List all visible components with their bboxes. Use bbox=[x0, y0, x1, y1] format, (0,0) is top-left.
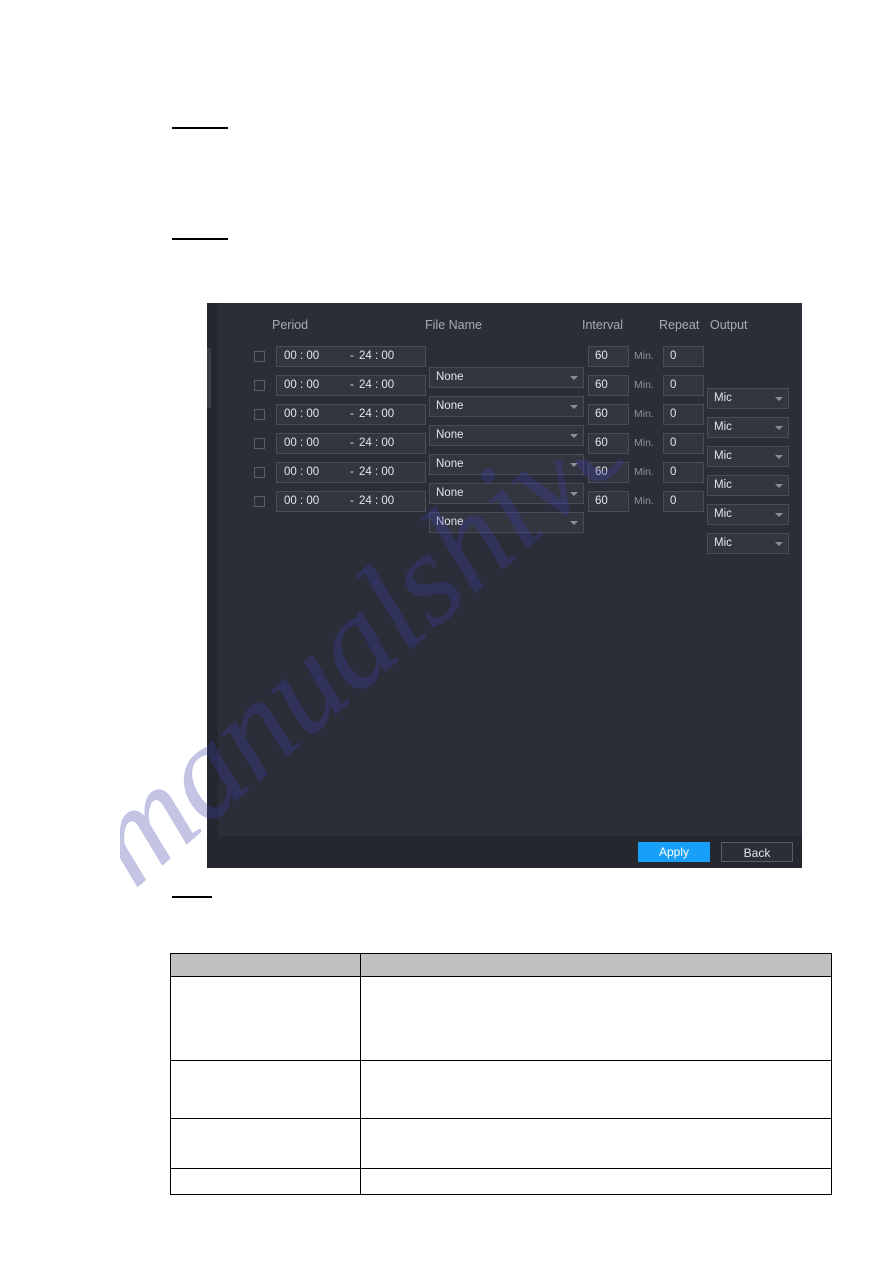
period-separator: - bbox=[350, 408, 354, 420]
dialog-left-scrollbar[interactable] bbox=[207, 303, 218, 868]
period-start-time: 00 : 00 bbox=[284, 408, 320, 420]
period-end-time: 24 : 00 bbox=[359, 466, 395, 478]
redaction-rule-top bbox=[172, 127, 228, 129]
row-enable-checkbox[interactable] bbox=[254, 438, 265, 449]
period-start-time: 00 : 00 bbox=[284, 437, 320, 449]
row-enable-checkbox[interactable] bbox=[254, 467, 265, 478]
period-end-time: 24 : 00 bbox=[359, 408, 395, 420]
schedule-row: 00 : 00 -24 : 00 None 60 Min. 0 Mic bbox=[218, 491, 802, 554]
chevron-down-icon bbox=[775, 542, 783, 546]
repeat-input[interactable]: 0 bbox=[663, 375, 704, 396]
period-start-time: 00 : 00 bbox=[284, 466, 320, 478]
table-header-cell-name bbox=[170, 953, 361, 977]
schedule-rows: 00 : 00-24 : 00 None 60 Min. 0 Mic 00 : 00-24 … bbox=[218, 346, 802, 554]
interval-unit-label: Min. bbox=[634, 408, 654, 420]
redaction-rule-below-figure bbox=[172, 896, 212, 898]
period-start-time: 00 : 00 bbox=[284, 350, 320, 362]
column-header-row: Period File Name Interval Repeat Output bbox=[218, 318, 802, 340]
apply-button[interactable]: Apply bbox=[638, 842, 710, 862]
interval-unit-label: Min. bbox=[634, 379, 654, 391]
column-header-repeat: Repeat bbox=[659, 318, 700, 332]
interval-unit-label: Min. bbox=[634, 495, 654, 507]
repeat-input[interactable]: 0 bbox=[663, 491, 704, 512]
schedule-row: 00 : 00-24 : 00 None 60 Min. 0 Mic bbox=[218, 346, 802, 409]
table-cell-description bbox=[360, 976, 832, 1061]
interval-input[interactable]: 60 bbox=[588, 404, 629, 425]
column-header-period: Period bbox=[272, 318, 309, 332]
period-separator: - bbox=[350, 466, 354, 478]
period-end-time: 24 : 00 bbox=[359, 379, 395, 391]
period-field[interactable]: 00 : 00 -24 : 00 bbox=[276, 404, 426, 425]
row-enable-checkbox[interactable] bbox=[254, 351, 265, 362]
period-start-time: 00 : 00 bbox=[284, 379, 320, 391]
table-cell-name bbox=[170, 1118, 361, 1169]
period-end-time: 24 : 00 bbox=[359, 495, 395, 507]
period-separator: - bbox=[350, 437, 354, 449]
file-name-value: None bbox=[436, 516, 464, 528]
interval-unit-label: Min. bbox=[634, 466, 654, 478]
interval-input[interactable]: 60 bbox=[588, 433, 629, 454]
period-separator: - bbox=[350, 495, 354, 507]
period-field[interactable]: 00 : 00 -24 : 00 bbox=[276, 346, 426, 367]
output-select[interactable]: Mic bbox=[707, 533, 789, 554]
table-cell-name bbox=[170, 976, 361, 1061]
table-row bbox=[170, 1118, 832, 1169]
column-header-file-name: File Name bbox=[425, 318, 482, 332]
interval-input[interactable]: 60 bbox=[588, 375, 629, 396]
description-table bbox=[170, 953, 832, 1195]
interval-input[interactable]: 60 bbox=[588, 491, 629, 512]
table-header-row bbox=[170, 953, 832, 977]
period-end-time: 24 : 00 bbox=[359, 350, 395, 362]
dialog-footer: Apply Back bbox=[218, 836, 802, 868]
row-enable-checkbox[interactable] bbox=[254, 496, 265, 507]
period-field[interactable]: 00 : 00 -24 : 00 bbox=[276, 491, 426, 512]
table-row bbox=[170, 976, 832, 1061]
row-enable-checkbox[interactable] bbox=[254, 409, 265, 420]
interval-input[interactable]: 60 bbox=[588, 346, 629, 367]
period-start-time: 00 : 00 bbox=[284, 495, 320, 507]
schedule-row: 00 : 00-24 : 00 None 60 Min. 0 Mic bbox=[218, 433, 802, 496]
interval-unit-label: Min. bbox=[634, 437, 654, 449]
file-name-select[interactable]: None bbox=[429, 512, 584, 533]
schedule-row: 00 : 00-24 : 00 None 60 Min. 0 Mic bbox=[218, 404, 802, 467]
schedule-row: 00 : 00-24 : 00 None 60 Min. 0 Mic bbox=[218, 375, 802, 438]
period-separator: - bbox=[350, 350, 354, 362]
interval-input[interactable]: 60 bbox=[588, 462, 629, 483]
period-field[interactable]: 00 : 00 -24 : 00 bbox=[276, 433, 426, 454]
period-field[interactable]: 00 : 00 -24 : 00 bbox=[276, 462, 426, 483]
table-cell-description bbox=[360, 1060, 832, 1119]
table-row bbox=[170, 1060, 832, 1119]
period-field[interactable]: 00 : 00 -24 : 00 bbox=[276, 375, 426, 396]
table-body bbox=[170, 976, 832, 1195]
column-header-output: Output bbox=[710, 318, 748, 332]
repeat-input[interactable]: 0 bbox=[663, 433, 704, 454]
redaction-rule-second bbox=[172, 238, 228, 240]
dialog-body: Period File Name Interval Repeat Output … bbox=[218, 303, 802, 868]
schedule-row: 00 : 00-24 : 00 None 60 Min. 0 Mic bbox=[218, 462, 802, 525]
row-enable-checkbox[interactable] bbox=[254, 380, 265, 391]
repeat-input[interactable]: 0 bbox=[663, 346, 704, 367]
table-cell-description bbox=[360, 1118, 832, 1169]
interval-unit-label: Min. bbox=[634, 350, 654, 362]
output-value: Mic bbox=[714, 537, 732, 549]
period-end-time: 24 : 00 bbox=[359, 437, 395, 449]
column-header-interval: Interval bbox=[582, 318, 623, 332]
chevron-down-icon bbox=[570, 521, 578, 525]
repeat-input[interactable]: 0 bbox=[663, 404, 704, 425]
audio-schedule-dialog: Period File Name Interval Repeat Output … bbox=[207, 303, 802, 868]
period-separator: - bbox=[350, 379, 354, 391]
table-header-cell-description bbox=[360, 953, 832, 977]
table-cell-name bbox=[170, 1060, 361, 1119]
table-row bbox=[170, 1168, 832, 1195]
back-button[interactable]: Back bbox=[721, 842, 793, 862]
table-cell-name bbox=[170, 1168, 361, 1195]
table-cell-description bbox=[360, 1168, 832, 1195]
scrollbar-thumb[interactable] bbox=[207, 348, 211, 408]
repeat-input[interactable]: 0 bbox=[663, 462, 704, 483]
